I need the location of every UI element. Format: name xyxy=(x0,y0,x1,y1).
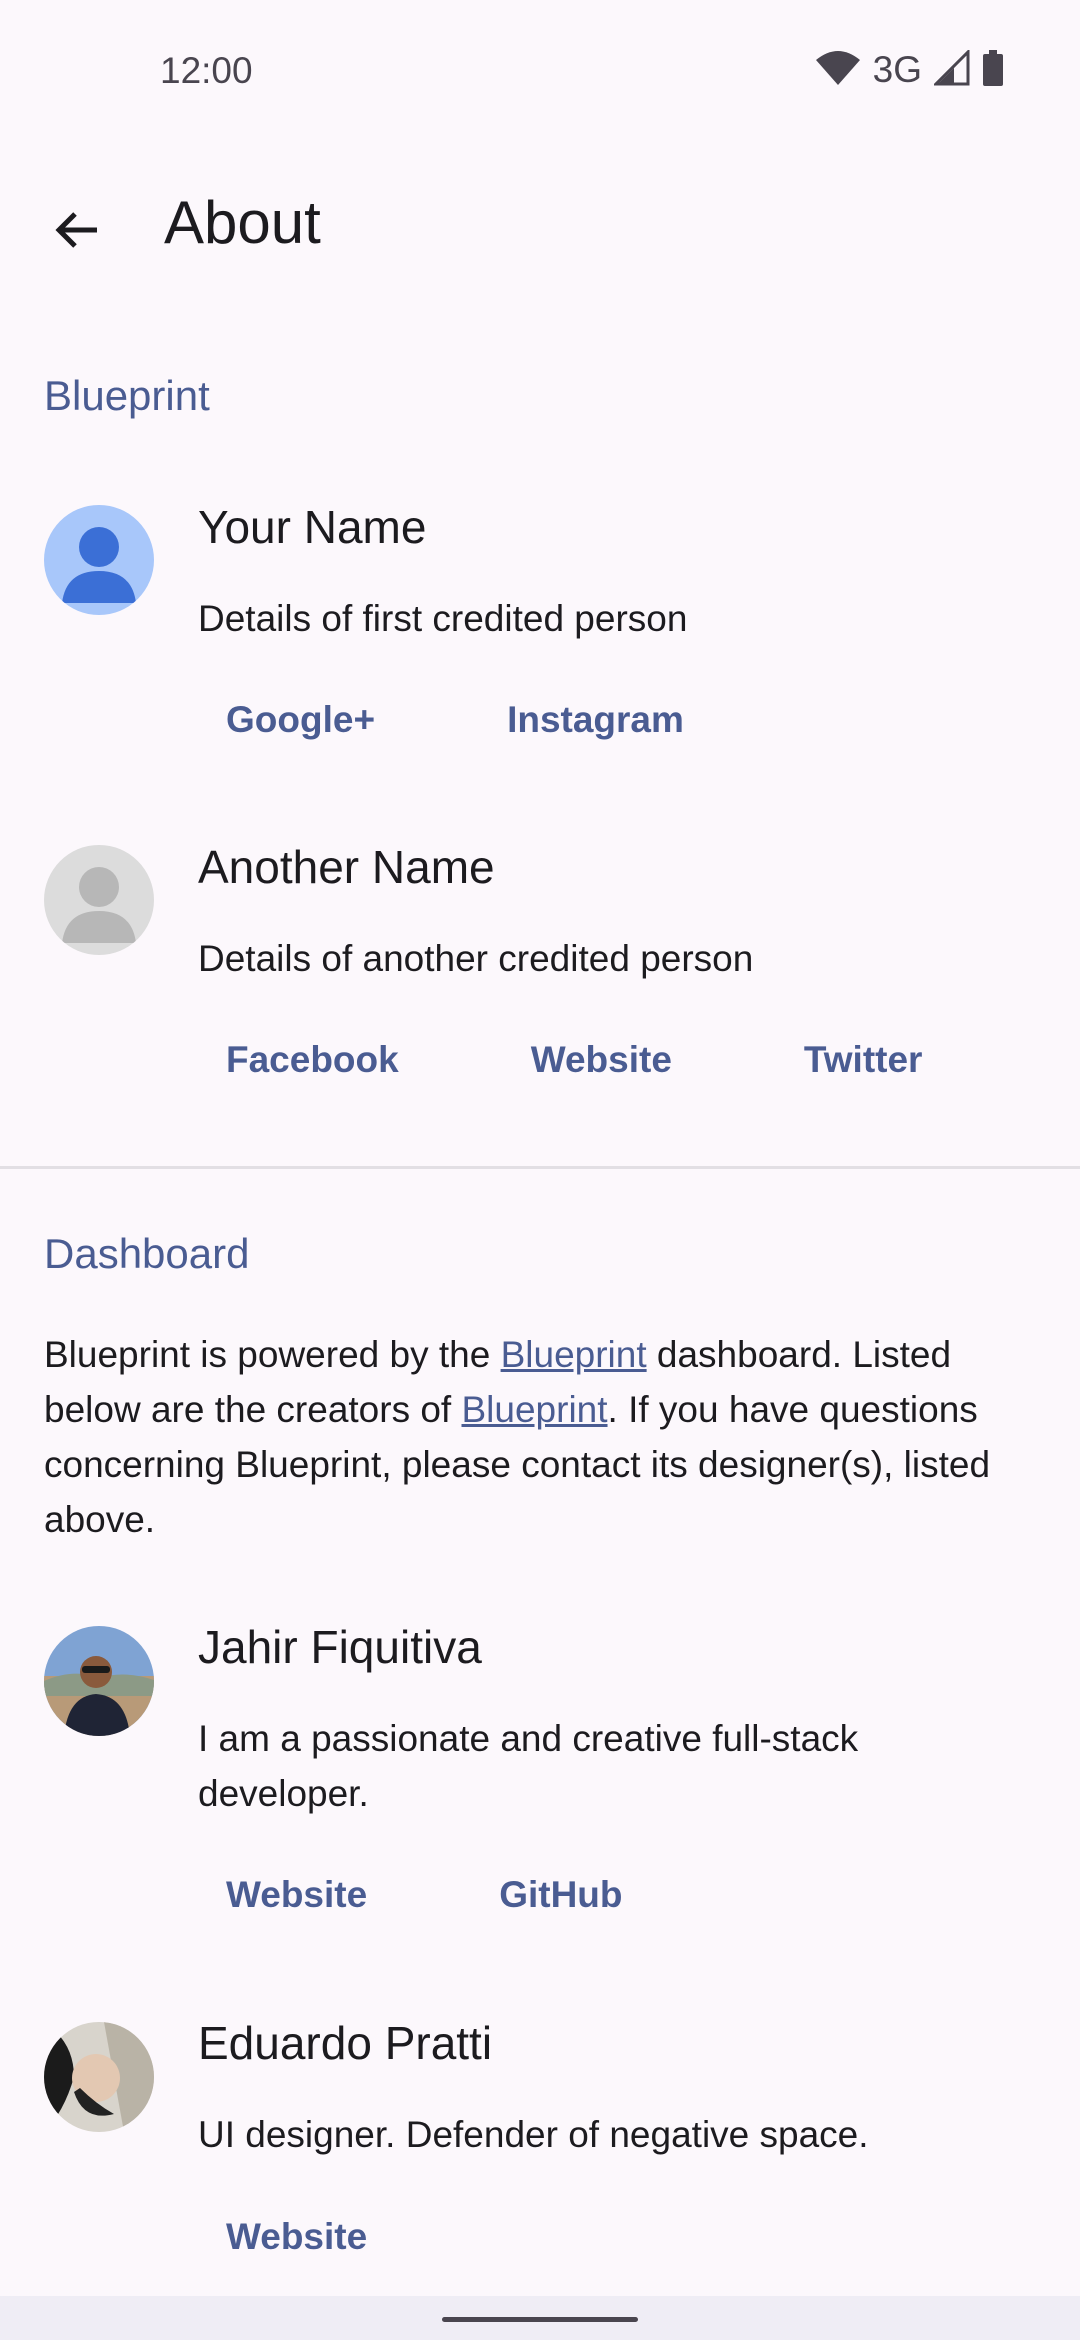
arrow-back-icon xyxy=(51,205,101,260)
avatar xyxy=(44,845,154,955)
status-time: 12:00 xyxy=(160,50,253,91)
network-type: 3G xyxy=(872,49,922,90)
credit-card-your-name: Your Name Details of first credited pers… xyxy=(0,501,1080,765)
home-gesture-handle[interactable] xyxy=(442,2317,638,2322)
wifi-icon xyxy=(815,50,861,91)
google-plus-link[interactable]: Google+ xyxy=(198,691,403,749)
back-button[interactable] xyxy=(36,192,116,272)
website-link[interactable]: Website xyxy=(198,2208,395,2266)
section-divider xyxy=(0,1166,1080,1169)
person-description: Details of another credited person xyxy=(198,938,754,979)
twitter-link[interactable]: Twitter xyxy=(776,1031,951,1089)
github-link[interactable]: GitHub xyxy=(471,1866,650,1924)
website-link[interactable]: Website xyxy=(198,1866,395,1924)
app-bar: About xyxy=(0,170,1080,280)
facebook-link[interactable]: Facebook xyxy=(198,1031,427,1089)
person-name: Jahir Fiquitiva xyxy=(198,1621,482,1673)
section-header-blueprint: Blueprint xyxy=(44,372,210,419)
gesture-nav-bar xyxy=(0,2296,1080,2340)
person-links: Google+ Instagram xyxy=(198,691,712,749)
person-links: Website xyxy=(198,2208,395,2266)
battery-icon xyxy=(982,49,1004,91)
avatar xyxy=(44,1626,154,1736)
status-bar: 12:00 3G xyxy=(0,0,1080,140)
section-header-dashboard: Dashboard xyxy=(44,1230,250,1277)
credit-card-eduardo-pratti: Eduardo Pratti UI designer. Defender of … xyxy=(0,2017,1080,2282)
status-icons: 3G xyxy=(815,46,1004,94)
person-links: Facebook Website Twitter xyxy=(198,1031,950,1089)
page-title: About xyxy=(164,189,321,256)
dashboard-text-1: Blueprint is powered by the xyxy=(44,1334,501,1375)
person-description: I am a passionate and creative full-stac… xyxy=(198,1718,859,1814)
person-description: UI designer. Defender of negative space. xyxy=(198,2114,869,2155)
person-name: Your Name xyxy=(198,501,427,553)
blueprint-link[interactable]: Blueprint xyxy=(462,1389,608,1430)
website-link[interactable]: Website xyxy=(503,1031,700,1089)
credit-card-jahir-fiquitiva: Jahir Fiquitiva I am a passionate and cr… xyxy=(0,1621,1080,1946)
person-name: Eduardo Pratti xyxy=(198,2017,493,2069)
person-links: Website GitHub xyxy=(198,1866,651,1924)
dashboard-description: Blueprint is powered by the Blueprint da… xyxy=(44,1327,1044,1547)
instagram-link[interactable]: Instagram xyxy=(479,691,712,749)
person-name: Another Name xyxy=(198,841,495,893)
person-description: Details of first credited person xyxy=(198,598,688,639)
avatar xyxy=(44,505,154,615)
blueprint-link[interactable]: Blueprint xyxy=(501,1334,647,1375)
avatar xyxy=(44,2022,154,2132)
credit-card-another-name: Another Name Details of another credited… xyxy=(0,841,1080,1105)
signal-icon xyxy=(932,47,970,91)
